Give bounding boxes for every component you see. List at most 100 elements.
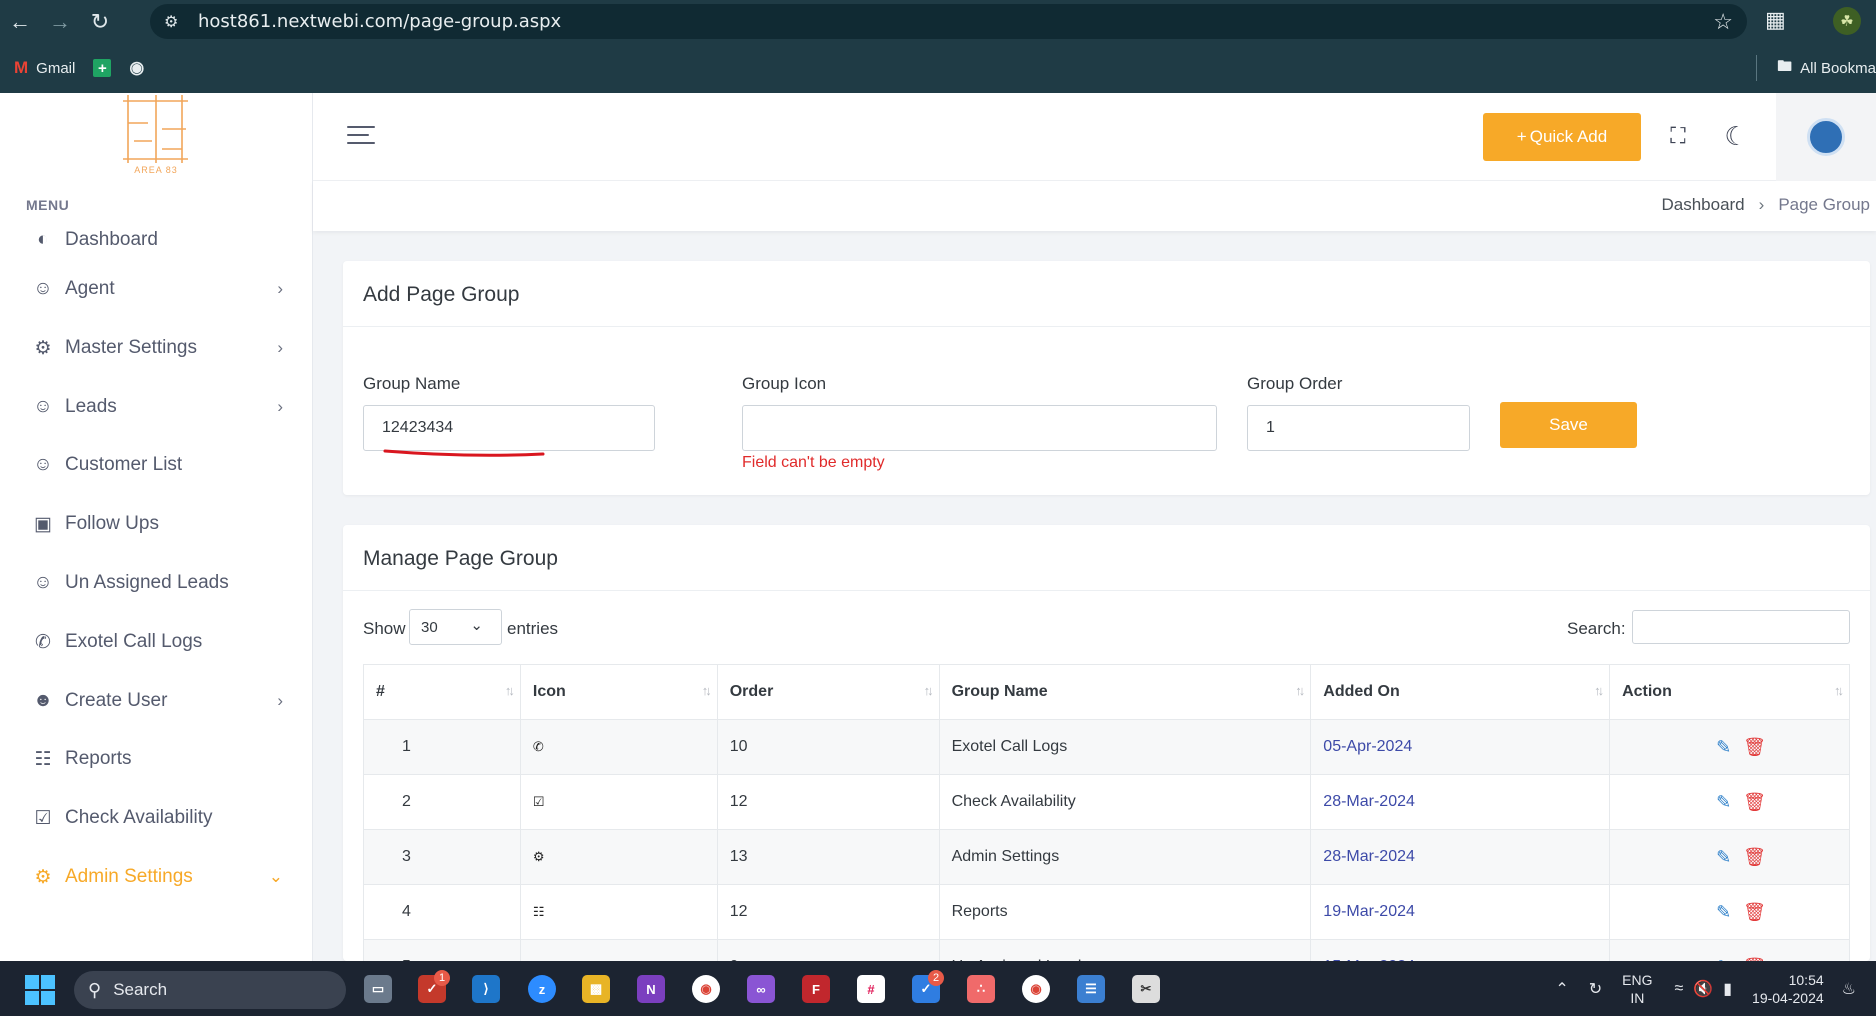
- sidebar-item-check-availability[interactable]: ☑ Check Availability: [0, 794, 313, 842]
- sidebar-item-label: Leads: [65, 396, 117, 417]
- delete-icon[interactable]: 🗑: [1743, 847, 1766, 867]
- quick-add-button[interactable]: + Quick Add: [1483, 113, 1641, 161]
- group-name-field[interactable]: 12423434: [363, 405, 655, 451]
- url-text[interactable]: host861.nextwebi.com/page-group.aspx: [198, 11, 561, 32]
- column-header-group-name[interactable]: Group Name ↑↓: [938, 664, 1312, 720]
- save-button[interactable]: Save: [1500, 402, 1637, 448]
- user-icon: ☺: [33, 454, 53, 475]
- asana-icon[interactable]: ∴: [967, 975, 995, 1003]
- bookmarks-bar: M Gmail + ◉ 🖿 All Bookma: [0, 43, 1876, 93]
- bookmark-sheets[interactable]: +: [93, 59, 119, 77]
- show-label: Show: [363, 619, 406, 638]
- chevron-right-icon: ›: [1758, 195, 1765, 214]
- delete-icon[interactable]: 🗑: [1743, 902, 1766, 922]
- chevron-up-icon[interactable]: ⌃: [1555, 979, 1568, 999]
- delete-icon[interactable]: 🗑: [1743, 792, 1766, 812]
- snipping-tool-icon[interactable]: ✂: [1132, 975, 1160, 1003]
- column-header-action[interactable]: Action ↑↓: [1609, 664, 1850, 720]
- vscode-icon[interactable]: ⟩: [472, 975, 500, 1003]
- edit-icon[interactable]: ✎: [1716, 737, 1731, 757]
- globe-icon: ◉: [129, 58, 145, 77]
- address-bar[interactable]: ⚙ host861.nextwebi.com/page-group.aspx ☆: [150, 4, 1747, 39]
- extensions-icon[interactable]: ▦: [1765, 7, 1786, 33]
- cell-order: 9: [716, 939, 940, 961]
- entries-select[interactable]: 30 ⌄: [409, 609, 502, 645]
- cell-number: 4: [363, 884, 521, 940]
- sidebar-item-customer-list[interactable]: ☺ Customer List: [0, 441, 313, 489]
- column-header-icon[interactable]: Icon ↑↓: [519, 664, 718, 720]
- clock[interactable]: 10:54 19-04-2024: [1752, 971, 1824, 1007]
- sidebar-item-label: Agent: [65, 278, 115, 299]
- divider: [343, 590, 1870, 591]
- menu-toggle-icon[interactable]: [347, 126, 375, 148]
- edit-icon[interactable]: ✎: [1716, 792, 1731, 812]
- column-header-number[interactable]: # ↑↓: [363, 664, 521, 720]
- column-label: Icon: [532, 683, 566, 700]
- area83-logo[interactable]: AREA 83: [118, 93, 194, 179]
- chrome-icon[interactable]: ◉: [692, 975, 720, 1003]
- column-header-added-on[interactable]: Added On ↑↓: [1310, 664, 1611, 720]
- onenote-icon[interactable]: N: [637, 975, 665, 1003]
- document-icon: ☷: [532, 904, 545, 919]
- sidebar-item-master-settings[interactable]: ⚙ Master Settings ›: [0, 324, 313, 372]
- file-explorer-icon[interactable]: ▩: [582, 975, 610, 1003]
- slack-icon[interactable]: #: [857, 975, 885, 1003]
- task-view-icon[interactable]: ▭: [364, 975, 392, 1003]
- filezilla-icon[interactable]: F: [802, 975, 830, 1003]
- group-order-field[interactable]: 1: [1247, 405, 1470, 451]
- fullscreen-icon[interactable]: ⛶: [1663, 121, 1693, 151]
- page-group-table: # ↑↓ Icon ↑↓ Order ↑↓ Group Name ↑↓ Added On…: [363, 664, 1850, 961]
- table-row: 2 ☑ 12 Check Availability 28-Mar-2024 ✎ 🗑: [363, 774, 1850, 830]
- cell-group-name: Exotel Call Logs: [938, 719, 1312, 775]
- edit-icon[interactable]: ✎: [1716, 847, 1731, 867]
- moon-icon[interactable]: ☾: [1721, 121, 1751, 151]
- delete-icon[interactable]: 🗑: [1743, 737, 1766, 757]
- user-menu[interactable]: [1776, 93, 1876, 181]
- browser-toolbar: ← → ↻ ⚙ host861.nextwebi.com/page-group.…: [0, 0, 1876, 43]
- menu-heading: MENU: [26, 197, 70, 213]
- table-header-row: # ↑↓ Icon ↑↓ Order ↑↓ Group Name ↑↓ Added On…: [363, 664, 1850, 720]
- cell-order: 12: [716, 884, 940, 940]
- sidebar-item-admin-settings[interactable]: ⚙ Admin Settings ⌄: [0, 853, 313, 901]
- sidebar-item-dashboard[interactable]: ◐ Dashboard: [0, 216, 313, 264]
- bookmark-globe[interactable]: ◉: [129, 58, 152, 78]
- avatar[interactable]: [1807, 118, 1845, 156]
- column-header-order[interactable]: Order ↑↓: [716, 664, 940, 720]
- battery-icon[interactable]: ▮: [1723, 979, 1732, 999]
- bookmark-label: Gmail: [36, 59, 76, 77]
- profile-icon[interactable]: ☘: [1833, 7, 1861, 35]
- visual-studio-icon[interactable]: ∞: [747, 975, 775, 1003]
- bookmark-star-icon[interactable]: ☆: [1713, 9, 1733, 35]
- taskbar-search[interactable]: ⚲ Search: [74, 971, 346, 1009]
- edit-icon[interactable]: ✎: [1716, 902, 1731, 922]
- taskbar: ⚲ Search ▭ ✓ 1 ⟩ z ▩ N ◉ ∞ F # ✓ 2 ∴ ◉ ☰…: [0, 961, 1876, 1016]
- zoom-icon[interactable]: z: [528, 975, 556, 1003]
- sidebar-item-exotel-call-logs[interactable]: ✆ Exotel Call Logs: [0, 618, 313, 666]
- sync-icon[interactable]: ↻: [1589, 979, 1602, 999]
- notification-bell-icon[interactable]: ♨: [1842, 979, 1856, 999]
- bookmark-gmail[interactable]: M Gmail: [14, 58, 75, 78]
- back-icon[interactable]: ←: [0, 0, 40, 43]
- sidebar-item-create-user[interactable]: ☻ Create User ›: [0, 677, 313, 725]
- sidebar-item-leads[interactable]: ☺ Leads ›: [0, 383, 313, 431]
- reload-icon[interactable]: ↻: [80, 0, 120, 43]
- search-input[interactable]: [1632, 610, 1850, 644]
- breadcrumb-dashboard[interactable]: Dashboard: [1661, 195, 1744, 215]
- clock-time: 10:54: [1788, 971, 1824, 988]
- windows-start-icon[interactable]: [25, 975, 55, 1005]
- wifi-icon[interactable]: ≈: [1675, 980, 1684, 998]
- speaker-muted-icon[interactable]: 🔇: [1693, 979, 1713, 999]
- cell-icon: ⚙: [519, 829, 718, 885]
- notepad-icon[interactable]: ☰: [1077, 975, 1105, 1003]
- sidebar-item-follow-ups[interactable]: ▣ Follow Ups: [0, 500, 313, 548]
- site-settings-icon[interactable]: ⚙: [164, 12, 194, 32]
- user-plus-icon: ☺: [33, 396, 53, 417]
- sidebar-item-unassigned-leads[interactable]: ☺ Un Assigned Leads: [0, 559, 313, 607]
- forward-icon[interactable]: →: [40, 0, 80, 43]
- sidebar-item-reports[interactable]: ☷ Reports: [0, 735, 313, 783]
- chrome-active-icon[interactable]: ◉: [1022, 975, 1050, 1003]
- group-icon-field[interactable]: [742, 405, 1217, 451]
- language-indicator[interactable]: ENG IN: [1622, 971, 1652, 1007]
- sidebar-item-agent[interactable]: ☺ Agent ›: [0, 265, 313, 313]
- all-bookmarks[interactable]: 🖿 All Bookma: [1756, 55, 1876, 81]
